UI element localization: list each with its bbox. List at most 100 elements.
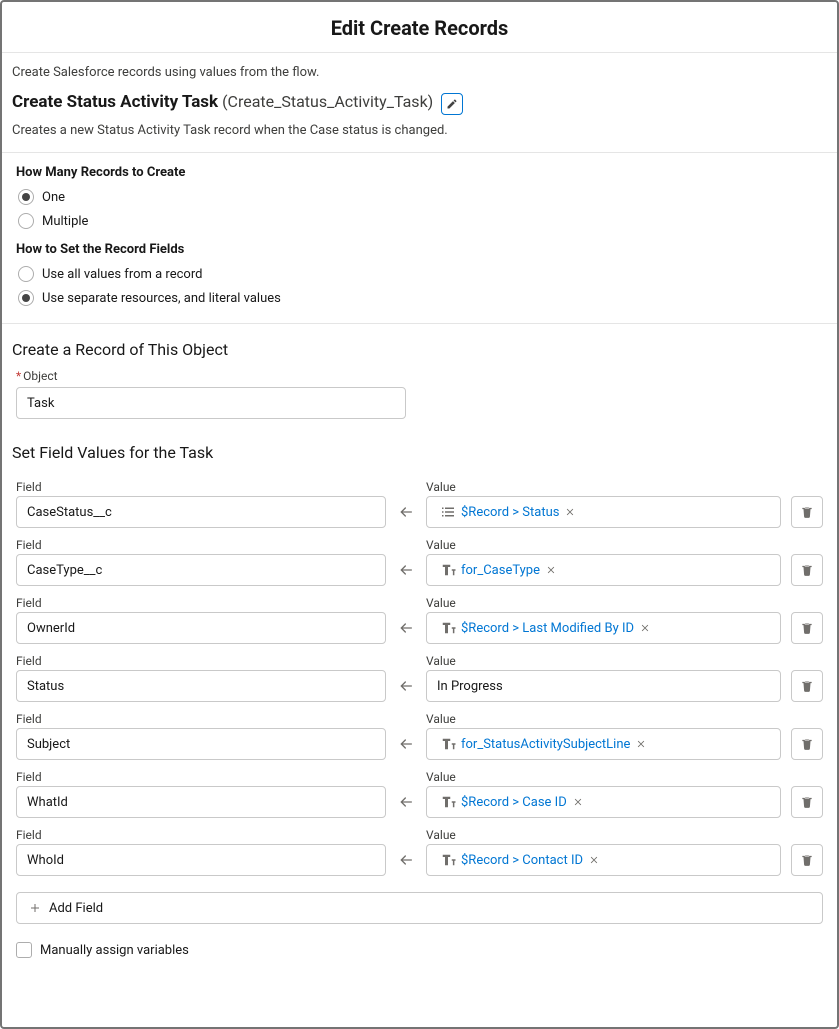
value-input[interactable]: for_CaseType xyxy=(426,554,781,586)
how-many-option[interactable]: Multiple xyxy=(16,210,823,234)
field-label: Field xyxy=(16,588,386,610)
value-input[interactable]: $Record > Contact ID xyxy=(426,844,781,876)
edit-create-records-modal: Edit Create Records Create Salesforce re… xyxy=(0,0,839,1029)
field-name: CaseStatus__c xyxy=(27,505,112,520)
arrow-left-icon xyxy=(398,620,414,636)
element-label: Create Status Activity Task xyxy=(12,92,218,112)
close-icon xyxy=(589,855,599,865)
remove-pill-button[interactable] xyxy=(571,795,585,809)
text-type-icon xyxy=(439,851,457,869)
field-name: OwnerId xyxy=(27,621,75,636)
radio-button[interactable] xyxy=(18,290,34,306)
field-name: WhoId xyxy=(27,853,64,868)
value-label: Value xyxy=(426,646,781,668)
radio-label: Use separate resources, and literal valu… xyxy=(42,291,281,306)
radio-button[interactable] xyxy=(18,266,34,282)
value-label: Value xyxy=(426,472,781,494)
assign-arrow xyxy=(396,554,416,586)
field-input[interactable]: Status xyxy=(16,670,386,702)
close-icon xyxy=(565,507,575,517)
field-label: Field xyxy=(16,762,386,784)
value-input[interactable]: $Record > Last Modified By ID xyxy=(426,612,781,644)
how-many-option[interactable]: One xyxy=(16,186,823,210)
value-input[interactable]: In Progress xyxy=(426,670,781,702)
object-input[interactable]: Task xyxy=(16,387,406,419)
object-section-heading: Create a Record of This Object xyxy=(2,324,837,369)
object-field-label: *Object xyxy=(2,369,837,387)
field-input[interactable]: WhatId xyxy=(16,786,386,818)
delete-row-button[interactable] xyxy=(791,786,823,818)
text-type-icon xyxy=(439,561,457,579)
remove-pill-button[interactable] xyxy=(544,563,558,577)
how-set-option[interactable]: Use separate resources, and literal valu… xyxy=(16,287,823,311)
element-api-name: (Create_Status_Activity_Task) xyxy=(222,92,433,111)
resource-pill[interactable]: $Record > Status xyxy=(437,501,581,523)
field-value-row: FieldCaseType__cValuefor_CaseType xyxy=(2,530,837,588)
value-input[interactable]: for_StatusActivitySubjectLine xyxy=(426,728,781,760)
edit-name-button[interactable] xyxy=(441,93,463,115)
trash-icon xyxy=(800,853,814,867)
resource-pill[interactable]: $Record > Last Modified By ID xyxy=(437,617,656,639)
remove-pill-button[interactable] xyxy=(563,505,577,519)
field-input[interactable]: CaseType__c xyxy=(16,554,386,586)
close-icon xyxy=(636,739,646,749)
object-value: Task xyxy=(27,396,54,411)
field-label: Field xyxy=(16,704,386,726)
resource-name: $Record > Case ID xyxy=(461,795,567,810)
assign-arrow xyxy=(396,670,416,702)
resource-name: $Record > Status xyxy=(461,505,559,520)
close-icon xyxy=(640,623,650,633)
value-input[interactable]: $Record > Status xyxy=(426,496,781,528)
trash-icon xyxy=(800,621,814,635)
radio-label: Use all values from a record xyxy=(42,267,202,282)
add-field-button[interactable]: Add Field xyxy=(16,892,823,924)
arrow-left-icon xyxy=(398,504,414,520)
intro-text: Create Salesforce records using values f… xyxy=(2,53,837,84)
remove-pill-button[interactable] xyxy=(587,853,601,867)
picklist-icon xyxy=(439,503,457,521)
manual-assign-checkbox[interactable] xyxy=(16,942,32,958)
delete-row-button[interactable] xyxy=(791,554,823,586)
field-name: CaseType__c xyxy=(27,563,102,578)
value-label: Value xyxy=(426,704,781,726)
manual-assign-row[interactable]: Manually assign variables xyxy=(2,924,837,968)
resource-pill[interactable]: $Record > Contact ID xyxy=(437,849,605,871)
text-type-icon xyxy=(439,735,457,753)
element-name-row: Create Status Activity Task (Create_Stat… xyxy=(2,84,837,119)
resource-name: for_CaseType xyxy=(461,563,540,578)
resource-pill[interactable]: for_StatusActivitySubjectLine xyxy=(437,733,652,755)
assign-arrow xyxy=(396,612,416,644)
field-value-row: FieldWhoIdValue$Record > Contact ID xyxy=(2,820,837,878)
arrow-left-icon xyxy=(398,736,414,752)
value-label: Value xyxy=(426,820,781,842)
remove-pill-button[interactable] xyxy=(638,621,652,635)
how-many-section: How Many Records to Create OneMultiple xyxy=(2,153,837,236)
field-value-row: FieldStatusValueIn Progress xyxy=(2,646,837,704)
plus-icon xyxy=(29,902,41,914)
radio-button[interactable] xyxy=(18,189,34,205)
resource-pill[interactable]: $Record > Case ID xyxy=(437,791,589,813)
delete-row-button[interactable] xyxy=(791,496,823,528)
remove-pill-button[interactable] xyxy=(634,737,648,751)
how-set-label: How to Set the Record Fields xyxy=(16,242,823,257)
delete-row-button[interactable] xyxy=(791,728,823,760)
value-input[interactable]: $Record > Case ID xyxy=(426,786,781,818)
radio-button[interactable] xyxy=(18,213,34,229)
element-description: Creates a new Status Activity Task recor… xyxy=(2,119,837,152)
delete-row-button[interactable] xyxy=(791,612,823,644)
manual-assign-label: Manually assign variables xyxy=(40,943,189,958)
field-input[interactable]: Subject xyxy=(16,728,386,760)
trash-icon xyxy=(800,563,814,577)
field-input[interactable]: WhoId xyxy=(16,844,386,876)
pencil-icon xyxy=(446,98,458,110)
field-name: Status xyxy=(27,679,64,694)
field-value-row: FieldOwnerIdValue$Record > Last Modified… xyxy=(2,588,837,646)
arrow-left-icon xyxy=(398,678,414,694)
field-input[interactable]: OwnerId xyxy=(16,612,386,644)
how-set-option[interactable]: Use all values from a record xyxy=(16,263,823,287)
field-input[interactable]: CaseStatus__c xyxy=(16,496,386,528)
resource-pill[interactable]: for_CaseType xyxy=(437,559,562,581)
delete-row-button[interactable] xyxy=(791,670,823,702)
arrow-left-icon xyxy=(398,852,414,868)
delete-row-button[interactable] xyxy=(791,844,823,876)
